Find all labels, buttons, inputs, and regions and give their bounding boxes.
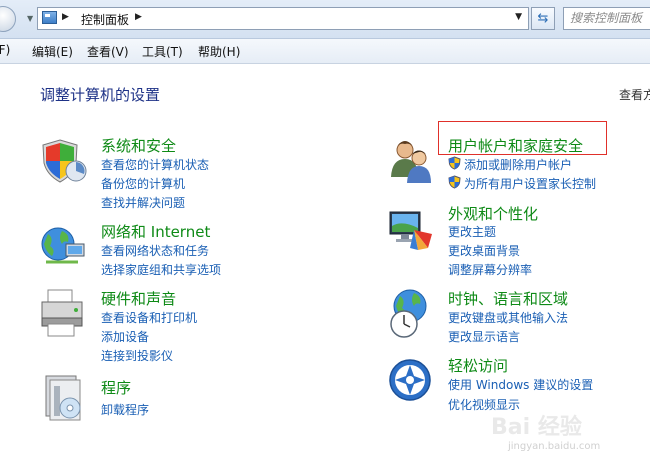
link-change-display-language[interactable]: 更改显示语言 — [448, 328, 520, 345]
search-input[interactable]: 搜索控制面板 — [563, 7, 650, 30]
address-field[interactable]: ▶ 控制面板 ▶ ▼ — [37, 7, 529, 30]
category-appearance-title[interactable]: 外观和个性化 — [448, 203, 538, 224]
menu-file[interactable]: (F) — [0, 43, 10, 57]
link-change-theme[interactable]: 更改主题 — [448, 223, 496, 240]
watermark: Bai 经验 — [491, 415, 582, 440]
breadcrumb-arrow-icon[interactable]: ▶ — [62, 12, 69, 22]
link-backup-computer[interactable]: 备份您的计算机 — [101, 175, 185, 192]
link-view-network-status[interactable]: 查看网络状态和任务 — [101, 242, 209, 259]
breadcrumb-control-panel[interactable]: 控制面板 — [81, 11, 129, 28]
link-uninstall-program[interactable]: 卸载程序 — [101, 401, 149, 418]
users-icon[interactable] — [388, 137, 438, 185]
link-parental-controls[interactable]: 为所有用户设置家长控制 — [464, 175, 596, 192]
link-use-windows-recommended-settings[interactable]: 使用 Windows 建议的设置 — [448, 376, 593, 393]
watermark-url: jingyan.baidu.com — [508, 441, 601, 452]
category-clock-language-title[interactable]: 时钟、语言和区域 — [448, 288, 568, 309]
address-dropdown-icon[interactable]: ▼ — [515, 12, 522, 22]
page-title: 调整计算机的设置 — [40, 86, 161, 104]
address-bar-area: ▼ ▶ 控制面板 ▶ ▼ ⇆ 搜索控制面板 — [0, 0, 650, 39]
category-system-security-title[interactable]: 系统和安全 — [101, 135, 176, 156]
link-add-remove-user-accounts[interactable]: 添加或删除用户帐户 — [464, 156, 572, 173]
monitor-palette-icon[interactable] — [388, 208, 436, 254]
shield-icon[interactable] — [40, 137, 88, 187]
ease-of-access-icon[interactable] — [388, 356, 436, 406]
link-add-device[interactable]: 添加设备 — [101, 328, 149, 345]
refresh-button[interactable]: ⇆ — [531, 7, 555, 30]
menu-tools[interactable]: 工具(T) — [142, 43, 183, 60]
link-devices-printers[interactable]: 查看设备和打印机 — [101, 309, 197, 326]
menu-edit[interactable]: 编辑(E) — [32, 43, 73, 60]
uac-shield-icon — [448, 175, 461, 189]
clock-globe-icon[interactable] — [388, 288, 438, 340]
network-globe-icon[interactable] — [38, 222, 88, 268]
link-find-fix-problems[interactable]: 查找并解决问题 — [101, 194, 185, 211]
category-ease-of-access-title[interactable]: 轻松访问 — [448, 355, 508, 376]
back-button[interactable] — [0, 6, 16, 32]
category-programs-title[interactable]: 程序 — [101, 377, 131, 398]
recent-pages-dropdown-icon[interactable]: ▼ — [27, 14, 33, 23]
link-connect-projector[interactable]: 连接到投影仪 — [101, 347, 173, 364]
category-network-internet-title[interactable]: 网络和 Internet — [101, 221, 210, 242]
link-change-desktop-background[interactable]: 更改桌面背景 — [448, 242, 520, 259]
menu-view[interactable]: 查看(V) — [87, 43, 129, 60]
link-homegroup-sharing[interactable]: 选择家庭组和共享选项 — [101, 261, 221, 278]
uac-shield-icon — [448, 156, 461, 170]
programs-icon[interactable] — [42, 372, 88, 424]
menu-bar: (F) 编辑(E) 查看(V) 工具(T) 帮助(H) — [0, 39, 650, 64]
highlight-box — [438, 121, 607, 155]
link-adjust-resolution[interactable]: 调整屏幕分辨率 — [448, 261, 532, 278]
category-hardware-sound-title[interactable]: 硬件和声音 — [101, 288, 176, 309]
printer-icon[interactable] — [40, 288, 88, 340]
link-view-computer-status[interactable]: 查看您的计算机状态 — [101, 156, 209, 173]
view-by-label[interactable]: 查看方 — [619, 86, 650, 103]
breadcrumb-arrow-icon[interactable]: ▶ — [135, 12, 142, 22]
menu-help[interactable]: 帮助(H) — [198, 43, 240, 60]
control-panel-icon — [42, 11, 57, 24]
link-change-input-methods[interactable]: 更改键盘或其他输入法 — [448, 309, 568, 326]
